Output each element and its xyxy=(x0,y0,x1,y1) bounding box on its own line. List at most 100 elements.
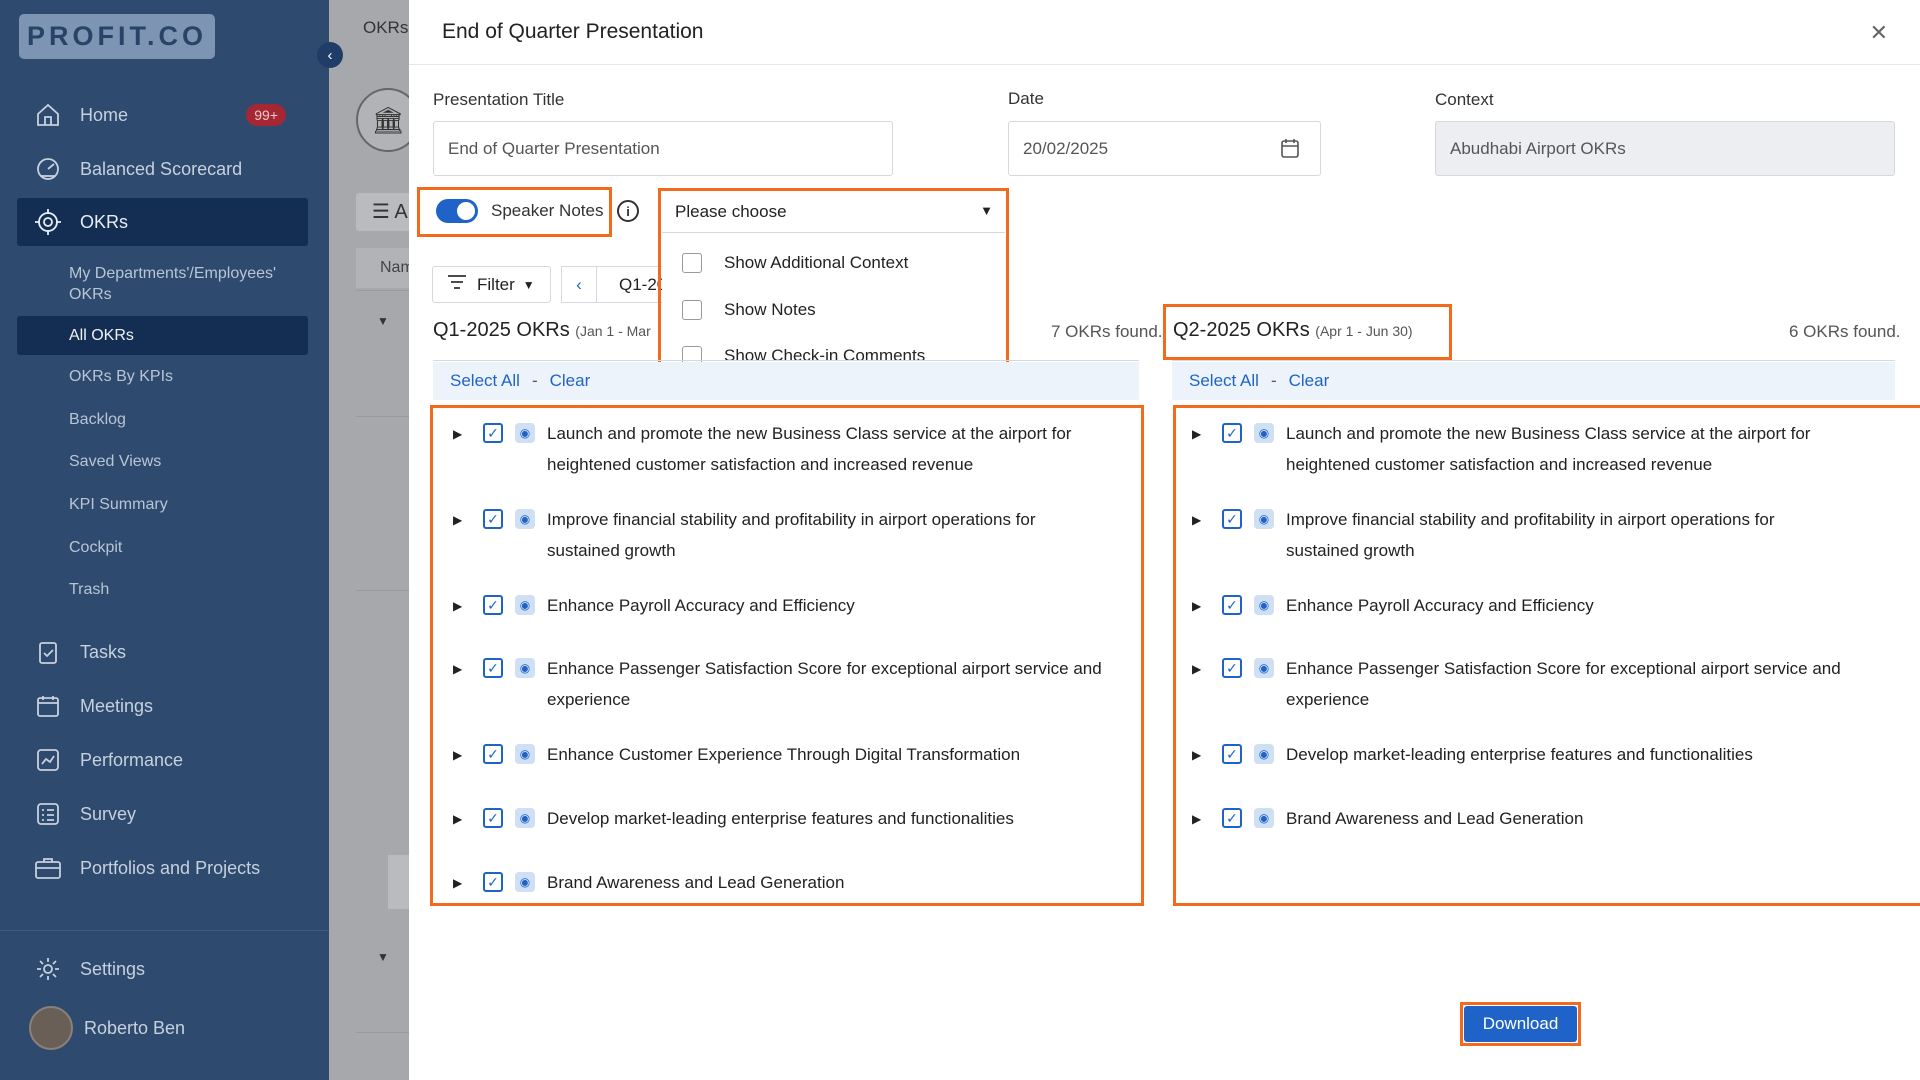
sub-backlog[interactable]: Backlog xyxy=(17,408,308,432)
download-button[interactable]: Download xyxy=(1464,1006,1577,1042)
q2-okr-item[interactable]: ▶ ✓ ◉ Improve financial stability and profi… xyxy=(1192,504,1846,566)
background-page xyxy=(329,0,409,1080)
okr-title: Launch and promote the new Business Clas… xyxy=(547,424,1072,474)
background-menu-label: A xyxy=(394,201,408,223)
user-profile[interactable]: Roberto Ben xyxy=(17,1004,308,1052)
nav-home-label: Home xyxy=(80,104,129,125)
caret-right-icon[interactable]: ▶ xyxy=(1192,419,1208,450)
q2-okr-item[interactable]: ▶ ✓ ◉ Brand Awareness and Lead Generation xyxy=(1192,803,1846,835)
q2-okr-item[interactable]: ▶ ✓ ◉ Enhance Passenger Satisfaction Score … xyxy=(1192,653,1846,715)
checkbox-checked[interactable]: ✓ xyxy=(1222,744,1242,764)
checkbox-checked[interactable]: ✓ xyxy=(483,744,503,764)
q2-okr-item[interactable]: ▶ ✓ ◉ Launch and promote the new Business C… xyxy=(1192,418,1846,480)
caret-right-icon[interactable]: ▶ xyxy=(453,591,469,622)
q1-okr-item[interactable]: ▶ ✓ ◉ Brand Awareness and Lead Generation xyxy=(453,867,1107,899)
sub-kpi-summary-label: KPI Summary xyxy=(69,496,168,513)
date-input[interactable]: 20/02/2025 xyxy=(1008,121,1321,176)
nav-settings[interactable]: Settings xyxy=(17,945,308,993)
sub-okrs-by-kpis[interactable]: OKRs By KPIs xyxy=(17,365,308,389)
nav-portfolios-projects[interactable]: Portfolios and Projects xyxy=(17,844,308,892)
nav-okrs-label: OKRs xyxy=(80,211,129,232)
sub-kpi-summary[interactable]: KPI Summary xyxy=(17,493,308,517)
nav-meetings-label: Meetings xyxy=(80,695,154,716)
filter-button[interactable]: Filter ▼ xyxy=(432,266,551,303)
nav-home[interactable]: Home 99+ xyxy=(17,91,308,139)
collapse-sidebar-button[interactable]: ‹ xyxy=(317,42,343,68)
nav-meetings[interactable]: Meetings xyxy=(17,682,308,730)
q2-range: (Apr 1 - Jun 30) xyxy=(1315,323,1413,339)
caret-right-icon[interactable]: ▶ xyxy=(453,740,469,771)
nav-performance[interactable]: Performance xyxy=(17,736,308,784)
caret-right-icon[interactable]: ▶ xyxy=(453,868,469,899)
checkbox-checked[interactable]: ✓ xyxy=(1222,595,1242,615)
checkbox[interactable] xyxy=(682,253,702,273)
caret-right-icon[interactable]: ▶ xyxy=(1192,804,1208,835)
option-show-notes[interactable]: Show Notes xyxy=(682,300,816,320)
okr-title: Enhance Payroll Accuracy and Efficiency xyxy=(547,596,855,615)
q1-okr-item[interactable]: ▶ ✓ ◉ Enhance Customer Experience Through D… xyxy=(453,739,1107,771)
target-icon xyxy=(33,207,63,237)
background-okrs-title: OKRs xyxy=(363,18,409,37)
nav-survey[interactable]: Survey xyxy=(17,790,308,838)
checkbox-checked[interactable]: ✓ xyxy=(1222,509,1242,529)
background-menu: ☰ A xyxy=(356,193,416,231)
checkbox-checked[interactable]: ✓ xyxy=(483,658,503,678)
option-label: Show Additional Context xyxy=(724,253,909,272)
checkbox-checked[interactable]: ✓ xyxy=(1222,808,1242,828)
checkbox-checked[interactable]: ✓ xyxy=(483,808,503,828)
sub-my-departments-okrs[interactable]: My Departments'/Employees' OKRs xyxy=(17,260,308,308)
q1-range: (Jan 1 - Mar xyxy=(575,323,651,339)
speaker-notes-options-select[interactable]: Please choose ▼ xyxy=(662,192,1005,233)
close-button[interactable]: ✕ xyxy=(1870,20,1888,46)
sub-cockpit[interactable]: Cockpit xyxy=(17,536,308,560)
q1-okr-item[interactable]: ▶ ✓ ◉ Enhance Payroll Accuracy and Efficien… xyxy=(453,590,1107,622)
nav-tasks[interactable]: Tasks xyxy=(17,628,308,676)
okr-title: Develop market-leading enterprise featur… xyxy=(547,809,1014,828)
q2-clear-link[interactable]: Clear xyxy=(1289,371,1330,391)
q1-select-all-link[interactable]: Select All xyxy=(450,371,520,391)
checkbox-checked[interactable]: ✓ xyxy=(483,595,503,615)
caret-right-icon[interactable]: ▶ xyxy=(1192,740,1208,771)
sub-all-okrs[interactable]: All OKRs xyxy=(17,316,308,355)
q1-clear-link[interactable]: Clear xyxy=(550,371,591,391)
background-divider xyxy=(356,290,409,291)
checkbox[interactable] xyxy=(682,300,702,320)
calendar-icon[interactable] xyxy=(1280,137,1300,164)
q1-okr-item[interactable]: ▶ ✓ ◉ Launch and promote the new Business C… xyxy=(453,418,1107,480)
caret-right-icon[interactable]: ▶ xyxy=(453,654,469,685)
q2-okr-item[interactable]: ▶ ✓ ◉ Develop market-leading enterprise fea… xyxy=(1192,739,1846,771)
speaker-notes-toggle[interactable] xyxy=(436,199,478,223)
objective-icon: ◉ xyxy=(1254,509,1274,529)
caret-right-icon[interactable]: ▶ xyxy=(1192,591,1208,622)
caret-right-icon[interactable]: ▶ xyxy=(1192,505,1208,536)
caret-right-icon[interactable]: ▶ xyxy=(453,419,469,450)
previous-period-button[interactable]: ‹ xyxy=(561,266,597,303)
objective-icon: ◉ xyxy=(1254,658,1274,678)
checkbox-checked[interactable]: ✓ xyxy=(1222,423,1242,443)
objective-icon: ◉ xyxy=(515,423,535,443)
checkbox-checked[interactable]: ✓ xyxy=(483,509,503,529)
home-icon xyxy=(33,100,63,130)
q1-okr-item[interactable]: ▶ ✓ ◉ Enhance Passenger Satisfaction Score … xyxy=(453,653,1107,715)
q2-okr-item[interactable]: ▶ ✓ ◉ Enhance Payroll Accuracy and Efficien… xyxy=(1192,590,1846,622)
checkbox-checked[interactable]: ✓ xyxy=(1222,658,1242,678)
sub-trash[interactable]: Trash xyxy=(17,578,308,602)
option-show-additional-context[interactable]: Show Additional Context xyxy=(682,253,908,273)
nav-okrs[interactable]: OKRs xyxy=(17,198,308,246)
nav-balanced-scorecard[interactable]: Balanced Scorecard xyxy=(17,145,308,193)
background-caret-down-icon: ▼ xyxy=(377,314,389,328)
sub-saved-views[interactable]: Saved Views xyxy=(17,450,308,474)
presentation-title-input[interactable]: End of Quarter Presentation xyxy=(433,121,893,176)
checkbox-checked[interactable]: ✓ xyxy=(483,872,503,892)
q1-okr-item[interactable]: ▶ ✓ ◉ Develop market-leading enterprise fea… xyxy=(453,803,1107,835)
caret-right-icon[interactable]: ▶ xyxy=(453,505,469,536)
caret-right-icon[interactable]: ▶ xyxy=(453,804,469,835)
objective-icon: ◉ xyxy=(1254,744,1274,764)
q2-select-all-link[interactable]: Select All xyxy=(1189,371,1259,391)
q1-okr-item[interactable]: ▶ ✓ ◉ Improve financial stability and profi… xyxy=(453,504,1107,566)
info-icon[interactable]: i xyxy=(617,200,639,222)
background-name-column: Nam xyxy=(356,248,416,288)
caret-right-icon[interactable]: ▶ xyxy=(1192,654,1208,685)
checkbox-checked[interactable]: ✓ xyxy=(483,423,503,443)
objective-icon: ◉ xyxy=(515,872,535,892)
